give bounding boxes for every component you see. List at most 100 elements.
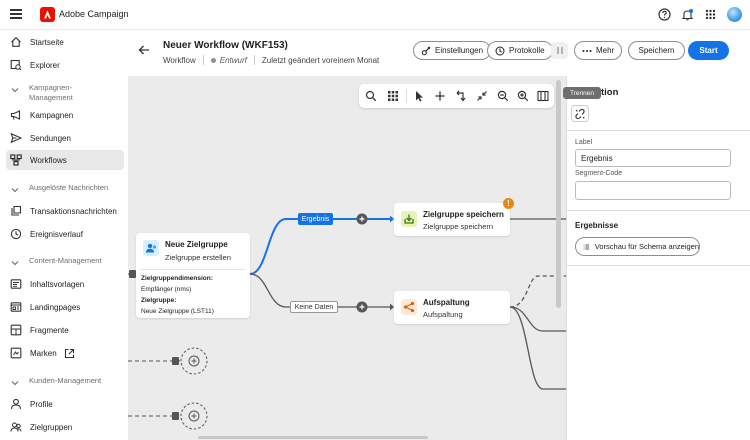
divider: [202, 55, 204, 65]
build-audience-node[interactable]: Neue Zielgruppe Zielgruppe erstellen Zie…: [136, 233, 250, 318]
unlink-icon: [575, 108, 585, 119]
sidebar-item-label: Kampagnen: [30, 110, 74, 120]
node-title: Aufspaltung: [423, 298, 470, 307]
sidebar-item-label: Marken: [30, 348, 57, 358]
settings-button[interactable]: Einstellungen: [413, 41, 492, 60]
canvas-toolbar: [359, 84, 554, 108]
explorer-icon: [10, 59, 22, 71]
horizontal-scrollbar[interactable]: [198, 436, 428, 439]
panel-title: tion: [601, 87, 619, 98]
select-pointer-icon[interactable]: [413, 90, 425, 102]
logs-button[interactable]: Protokolle: [487, 41, 553, 60]
unlink-button[interactable]: [571, 105, 589, 122]
label-field[interactable]: Ergebnis: [575, 149, 731, 167]
campaign-icon: [10, 110, 21, 120]
sidebar-item-label: Transaktionsnachrichten: [30, 206, 117, 216]
sidebar-item-deliveries[interactable]: Sendungen: [6, 128, 124, 148]
transition-no-data-tag[interactable]: Keine Daten: [290, 301, 338, 313]
transition-result-tag[interactable]: Ergebnis: [298, 213, 333, 225]
app-name[interactable]: Adobe Campaign: [59, 9, 129, 19]
start-label: Start: [699, 46, 718, 55]
zoom-in-icon[interactable]: [517, 90, 529, 102]
sidebar-item-transactional[interactable]: Transaktionsnachrichten: [6, 201, 124, 221]
notification-bell-icon[interactable]: [681, 8, 694, 21]
home-icon: [11, 37, 21, 47]
split-node[interactable]: Aufspaltung Aufspaltung: [394, 291, 510, 324]
chevron-down-icon: [11, 88, 19, 93]
top-bar: Adobe Campaign: [0, 0, 750, 30]
divider: [566, 210, 750, 211]
workflow-header: Neuer Workflow (WKF153) Workflow Entwurf…: [128, 30, 750, 76]
grid-icon[interactable]: [387, 90, 399, 102]
collapse-icon[interactable]: [476, 90, 488, 102]
sidebar-item-content-templates[interactable]: Inhaltsvorlagen: [6, 274, 124, 294]
audience-icon: [143, 240, 159, 256]
vertical-scrollbar[interactable]: [556, 80, 561, 308]
sidebar-item-event-history[interactable]: Ereignisverlauf: [6, 224, 124, 244]
user-avatar[interactable]: [727, 7, 742, 22]
sidebar-item-label: Ereignisverlauf: [30, 229, 83, 239]
sidebar-section-customer-management[interactable]: Kunden-Management: [6, 376, 101, 388]
sidebar-item-campaigns[interactable]: Kampagnen: [6, 105, 124, 125]
sidebar-section-content-management[interactable]: Content-Management: [6, 256, 102, 268]
transaction-icon: [11, 205, 22, 216]
pause-button[interactable]: [551, 42, 568, 59]
workflow-canvas[interactable]: Neue Zielgruppe Zielgruppe erstellen Zie…: [128, 76, 566, 440]
panel-toggle-icon[interactable]: [537, 90, 549, 102]
menu-icon[interactable]: [10, 9, 22, 19]
last-modified: Zuletzt geändert voreinem Monat: [261, 55, 380, 65]
zoom-out-icon[interactable]: [497, 90, 509, 102]
section-label: Kampagnen-: [29, 83, 72, 92]
landingpage-icon: [10, 302, 22, 312]
detail-label: Zielgruppendimension:: [141, 275, 213, 282]
save-button[interactable]: Speichern: [628, 41, 685, 60]
move-icon[interactable]: [455, 90, 467, 102]
node-subtitle: Zielgruppe speichern: [423, 222, 494, 231]
node-title: Neue Zielgruppe: [165, 240, 228, 249]
section-label: Kunden-Management: [29, 376, 102, 385]
settings-label: Einstellungen: [435, 46, 484, 55]
input-port[interactable]: [129, 270, 136, 278]
sidebar-section-triggered-messages[interactable]: Ausgelöste Nachrichten: [6, 183, 108, 195]
open-external-icon[interactable]: [64, 348, 75, 359]
warning-icon[interactable]: !: [503, 198, 514, 209]
sidebar-item-label: Landingpages: [30, 302, 81, 312]
sidebar-item-fragments[interactable]: Fragmente: [6, 320, 124, 340]
segment-code-field[interactable]: [575, 181, 731, 200]
sidebar-item-label: Startseite: [30, 37, 64, 47]
search-icon[interactable]: [365, 90, 377, 102]
send-icon: [10, 132, 22, 144]
sidebar-item-landingpages[interactable]: Landingpages: [6, 297, 124, 317]
split-icon: [401, 299, 417, 315]
add-icon[interactable]: [434, 90, 446, 102]
save-audience-node[interactable]: Zielgruppe speichern Zielgruppe speicher…: [394, 203, 510, 236]
app-grid-icon[interactable]: [704, 8, 717, 21]
sidebar-item-home[interactable]: Startseite: [6, 32, 124, 52]
sidebar-item-audiences[interactable]: Zielgruppen: [6, 417, 124, 437]
back-arrow-icon[interactable]: [138, 44, 150, 56]
sidebar-section-campaign-management[interactable]: Kampagnen- Management: [6, 83, 73, 103]
sidebar-item-label: Explorer: [30, 60, 60, 70]
tooltip: Trennen: [563, 87, 601, 99]
help-icon[interactable]: [658, 8, 671, 21]
sidebar-item-explorer[interactable]: Explorer: [6, 55, 124, 75]
sidebar: Startseite Explorer Kampagnen- Managemen…: [0, 30, 128, 440]
results-section-title: Ergebnisse: [575, 221, 619, 230]
section-label: Content-Management: [29, 256, 102, 265]
node-title: Zielgruppe speichern: [423, 210, 504, 219]
sidebar-item-profiles[interactable]: Profile: [6, 394, 124, 414]
preview-schema-button[interactable]: Vorschau für Schema anzeigen: [575, 237, 700, 256]
breadcrumb-workflow[interactable]: Workflow: [163, 56, 196, 65]
node-details: Zielgruppendimension: Empfänger (nms) Zi…: [141, 273, 214, 317]
divider: [406, 89, 407, 103]
more-icon: [582, 49, 592, 52]
template-icon: [10, 279, 22, 289]
chevron-down-icon: [11, 261, 19, 266]
start-button[interactable]: Start: [688, 41, 729, 60]
sidebar-item-brands[interactable]: Marken: [6, 343, 124, 363]
more-button[interactable]: Mehr: [574, 41, 623, 60]
adobe-logo[interactable]: [40, 7, 55, 22]
sidebar-item-label: Zielgruppen: [30, 422, 73, 432]
list-icon: [583, 244, 590, 249]
sidebar-item-workflows[interactable]: Workflows: [6, 150, 124, 170]
